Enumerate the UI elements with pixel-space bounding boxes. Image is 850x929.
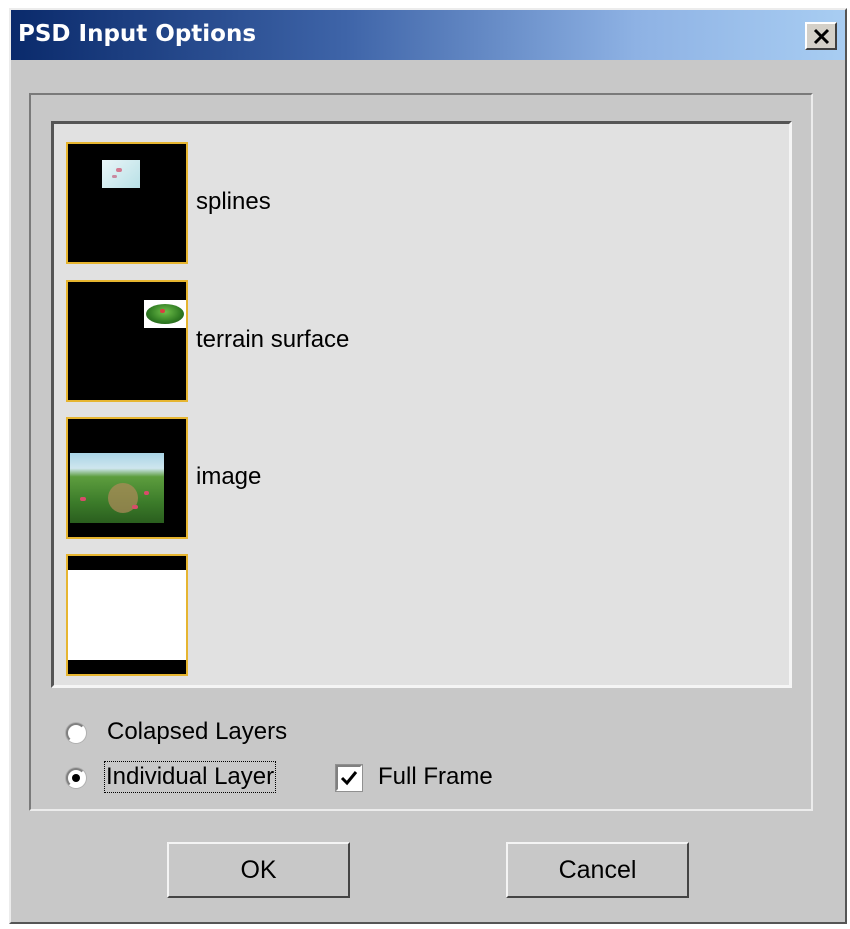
close-icon bbox=[813, 28, 830, 45]
layer-item-splines[interactable]: splines bbox=[66, 142, 766, 264]
full-frame-label[interactable]: Full Frame bbox=[378, 763, 493, 791]
layer-item-image[interactable]: image bbox=[66, 417, 766, 539]
layer-label: splines bbox=[196, 188, 271, 215]
layer-item-terrain-surface[interactable]: terrain surface bbox=[66, 280, 766, 402]
title-bar[interactable]: PSD Input Options bbox=[11, 10, 845, 60]
radio-selected-dot bbox=[72, 774, 80, 782]
close-button[interactable] bbox=[805, 22, 837, 50]
window-title: PSD Input Options bbox=[18, 21, 257, 47]
layer-thumbnail bbox=[66, 417, 188, 539]
layer-item-unnamed[interactable] bbox=[66, 554, 766, 676]
layer-thumbnail bbox=[66, 554, 188, 676]
ok-button[interactable]: OK bbox=[167, 842, 350, 898]
layer-thumbnail bbox=[66, 280, 188, 402]
layer-label: terrain surface bbox=[196, 326, 350, 353]
collapsed-layers-radio[interactable] bbox=[66, 723, 86, 743]
layer-list[interactable]: splines terrain surface image bbox=[51, 121, 792, 688]
layer-label: image bbox=[196, 463, 262, 490]
checkmark-icon bbox=[340, 771, 358, 786]
individual-layer-radio[interactable] bbox=[66, 768, 86, 788]
full-frame-checkbox[interactable] bbox=[336, 765, 362, 791]
cancel-button[interactable]: Cancel bbox=[506, 842, 689, 898]
individual-layer-label[interactable]: Individual Layer bbox=[103, 761, 277, 793]
layer-thumbnail bbox=[66, 142, 188, 264]
collapsed-layers-label[interactable]: Colapsed Layers bbox=[107, 718, 287, 746]
